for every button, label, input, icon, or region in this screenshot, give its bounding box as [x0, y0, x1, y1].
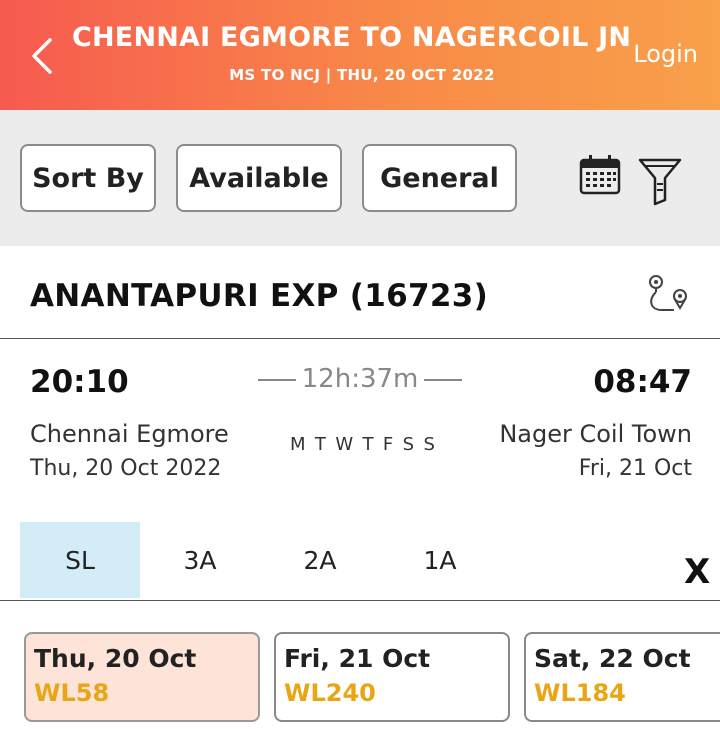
- availability-date: Fri, 21 Oct: [284, 644, 431, 673]
- day-thu: T: [362, 434, 374, 455]
- availability-card-2[interactable]: Sat, 22 Oct WL184: [524, 632, 720, 722]
- train-name: ANANTAPURI EXP (16723): [30, 278, 489, 314]
- availability-date: Thu, 20 Oct: [34, 644, 197, 673]
- route-subtitle: MS TO NCJ | THU, 20 OCT 2022: [229, 66, 495, 84]
- day-sun: S: [423, 434, 435, 455]
- availability-status: WL240: [284, 679, 376, 707]
- journey-duration: 12h:37m: [250, 364, 470, 394]
- arrival-time: 08:47: [593, 364, 692, 400]
- general-quota-button[interactable]: General: [362, 144, 517, 212]
- class-divider: [0, 600, 720, 601]
- back-arrow-icon[interactable]: [28, 36, 58, 76]
- availability-status: WL184: [534, 679, 626, 707]
- departure-time: 20:10: [30, 364, 129, 400]
- filter-bar: Sort By Available General: [0, 110, 720, 246]
- card-divider: [0, 338, 720, 339]
- sort-by-button[interactable]: Sort By: [20, 144, 156, 212]
- route-title: CHENNAI EGMORE TO NAGERCOIL JN: [72, 22, 632, 53]
- departure-date: Thu, 20 Oct 2022: [30, 456, 222, 481]
- class-tab-1a[interactable]: 1A: [380, 522, 500, 598]
- day-mon: M: [290, 434, 306, 455]
- class-tab-3a[interactable]: 3A: [140, 522, 260, 598]
- availability-card-1[interactable]: Fri, 21 Oct WL240: [274, 632, 510, 722]
- class-tab-sl[interactable]: SL: [20, 522, 140, 598]
- origin-station: Chennai Egmore: [30, 420, 229, 448]
- class-tab-2a[interactable]: 2A: [260, 522, 380, 598]
- duration-line-left: [257, 378, 296, 381]
- availability-card-0[interactable]: Thu, 20 Oct WL58: [24, 632, 260, 722]
- funnel-filter-icon[interactable]: [637, 156, 683, 206]
- login-link[interactable]: Login: [633, 40, 698, 68]
- close-classes-button[interactable]: X: [684, 552, 710, 592]
- duration-text: 12h:37m: [301, 364, 419, 394]
- day-sat: S: [402, 434, 415, 455]
- day-fri: F: [382, 434, 394, 455]
- destination-station: Nager Coil Town: [499, 420, 692, 448]
- day-tue: T: [314, 434, 326, 455]
- running-days: M T W T F S S: [290, 434, 435, 455]
- app-header: CHENNAI EGMORE TO NAGERCOIL JN MS TO NCJ…: [0, 0, 720, 110]
- calendar-icon[interactable]: [578, 154, 622, 196]
- available-filter-button[interactable]: Available: [176, 144, 342, 212]
- availability-status: WL58: [34, 679, 110, 707]
- arrival-date: Fri, 21 Oct: [578, 456, 692, 481]
- route-map-icon[interactable]: [644, 272, 694, 318]
- train-card[interactable]: ANANTAPURI EXP (16723) 20:10 12h:37m 08:…: [0, 246, 720, 729]
- availability-date: Sat, 22 Oct: [534, 644, 691, 673]
- day-wed: W: [335, 434, 354, 455]
- duration-line-right: [424, 378, 463, 381]
